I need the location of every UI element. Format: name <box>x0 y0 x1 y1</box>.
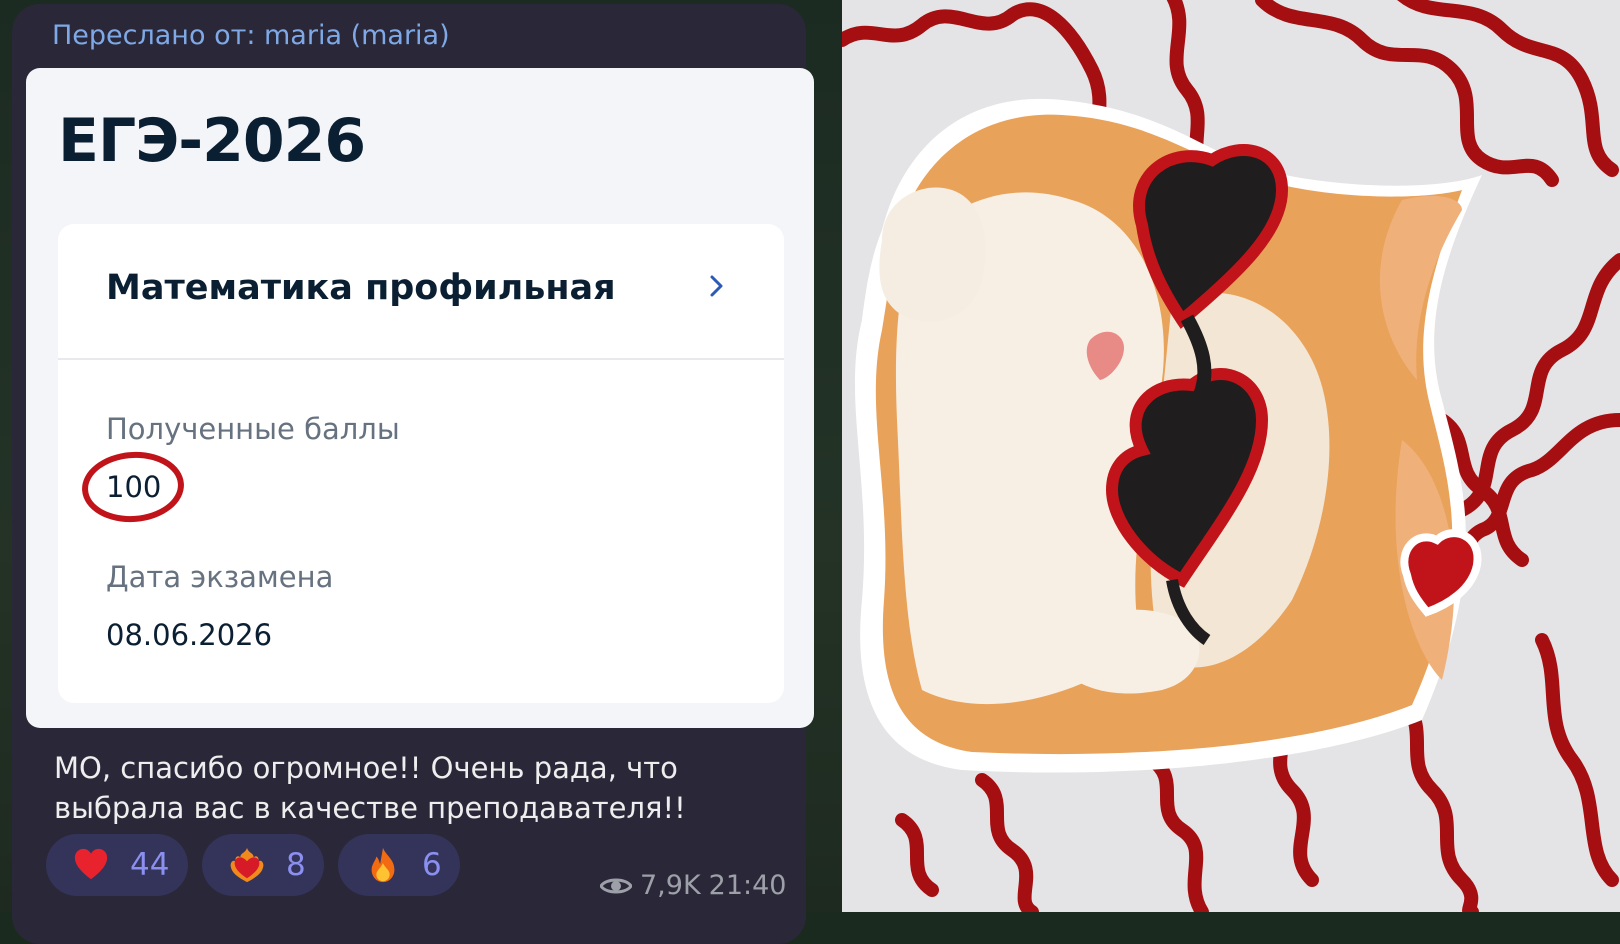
sticker-panel <box>842 0 1620 912</box>
chevron-right-icon <box>710 275 723 297</box>
reaction-count: 6 <box>422 847 442 883</box>
date-label: Дата экзамена <box>106 560 334 594</box>
exam-result-screenshot[interactable]: ЕГЭ-2026 Математика профильная Полученны… <box>26 68 814 728</box>
message-time: 21:40 <box>708 870 787 901</box>
reaction-fire[interactable]: 6 <box>338 834 460 896</box>
forwarded-from-label[interactable]: Переслано от: maria (maria) <box>52 20 450 51</box>
message-caption: МО, спасибо огромное!! Очень рада, что в… <box>54 751 686 825</box>
subject-card: Математика профильная Полученные баллы 1… <box>58 224 784 703</box>
exam-title: ЕГЭ-2026 <box>58 106 366 176</box>
reaction-count: 44 <box>130 847 170 883</box>
heart-icon <box>74 848 108 880</box>
chat-background: Переслано от: maria (maria) ЕГЭ-2026 Мат… <box>0 0 842 944</box>
score-label: Полученные баллы <box>106 412 400 446</box>
eye-icon <box>600 878 632 893</box>
reaction-heart[interactable]: 44 <box>46 834 188 896</box>
subject-name: Математика профильная <box>106 268 616 308</box>
reaction-heart-on-fire[interactable]: 8 <box>202 834 324 896</box>
fire-icon <box>371 847 395 883</box>
message-bubble[interactable]: Переслано от: maria (maria) ЕГЭ-2026 Мат… <box>12 4 814 944</box>
heart-on-fire-icon <box>230 847 264 883</box>
divider <box>58 358 784 360</box>
message-meta: 7,9K 21:40 <box>600 870 786 901</box>
date-value: 08.06.2026 <box>106 618 273 652</box>
score-circle-icon <box>79 448 187 526</box>
reaction-count: 8 <box>286 847 306 883</box>
cat-with-heart-sunglasses-sticker <box>842 0 1620 912</box>
view-count: 7,9K <box>640 870 701 901</box>
